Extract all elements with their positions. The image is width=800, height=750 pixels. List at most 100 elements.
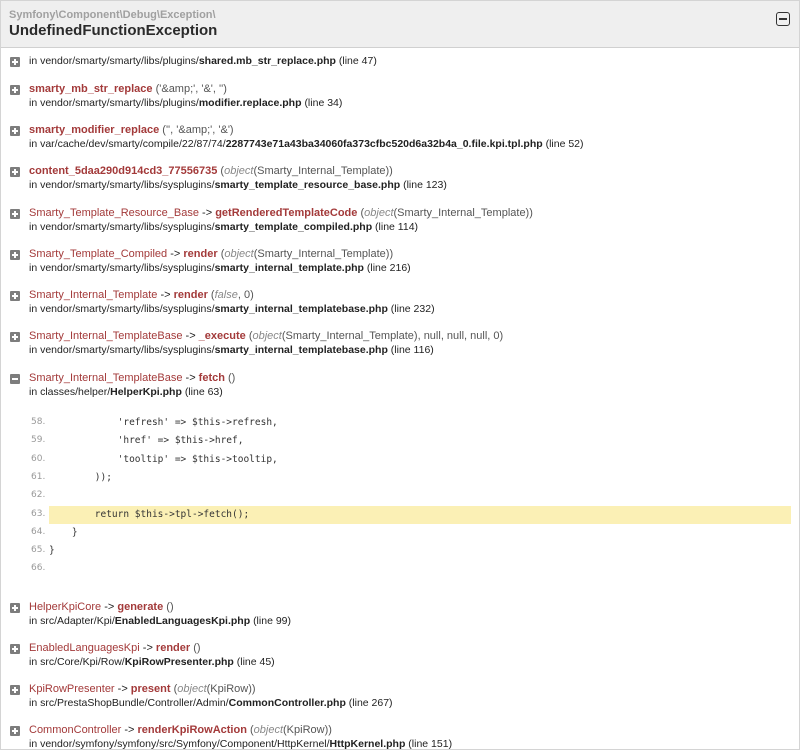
trace-args-rest: ('&amp;', '&', '') bbox=[155, 83, 227, 95]
exception-header: Symfony\Component\Debug\Exception\ Undef… bbox=[1, 1, 799, 48]
expand-trace-icon[interactable] bbox=[10, 685, 20, 695]
trace-args: (object(KpiRow)) bbox=[249, 724, 332, 736]
trace-args-rest: (KpiRow)) bbox=[206, 683, 256, 695]
trace-file: HttpKernel.php bbox=[329, 738, 406, 750]
trace-call[interactable]: HelperKpiCore -> generate () bbox=[29, 601, 174, 614]
code-line: 58. 'refresh' => $this->refresh, bbox=[29, 414, 791, 432]
trace-args-rest: () bbox=[228, 372, 236, 384]
trace-call[interactable]: Smarty_Internal_Template -> render (fals… bbox=[29, 289, 254, 302]
collapse-trace-icon[interactable] bbox=[10, 374, 20, 384]
trace-location: in vendor/smarty/smarty/libs/sysplugins/… bbox=[29, 221, 418, 234]
exception-panel: Symfony\Component\Debug\Exception\ Undef… bbox=[0, 0, 800, 750]
trace-line: (line 232) bbox=[390, 303, 435, 315]
trace-line: (line 47) bbox=[338, 55, 377, 67]
expand-trace-icon[interactable] bbox=[10, 57, 20, 67]
code-line-number: 66. bbox=[31, 563, 46, 574]
code-line: 61. )); bbox=[29, 469, 791, 487]
trace-class: Smarty_Template_Resource_Base bbox=[29, 207, 199, 219]
trace-location: in src/PrestaShopBundle/Controller/Admin… bbox=[29, 697, 393, 710]
trace-line: (line 52) bbox=[545, 138, 584, 150]
trace-location: in vendor/smarty/smarty/libs/sysplugins/… bbox=[29, 344, 434, 357]
trace-method: content_5daa290d914cd3_77556735 bbox=[29, 165, 218, 177]
trace-method: _execute bbox=[198, 330, 246, 342]
trace-file: EnabledLanguagesKpi.php bbox=[114, 615, 251, 627]
expand-trace-icon[interactable] bbox=[10, 726, 20, 736]
code-line: 60. 'tooltip' => $this->tooltip, bbox=[29, 451, 791, 469]
trace-args-rest: (Smarty_Internal_Template)) bbox=[393, 207, 533, 219]
trace-line: (line 63) bbox=[184, 386, 223, 398]
trace-line: (line 34) bbox=[304, 97, 343, 109]
trace-args: () bbox=[225, 372, 235, 384]
trace-file: 2287743e71a43ba34060fa373cfbc520d6a32b4a… bbox=[225, 138, 543, 150]
code-line-source: } bbox=[49, 526, 78, 538]
trace-args: () bbox=[163, 601, 173, 613]
trace-file: modifier.replace.php bbox=[198, 97, 302, 109]
expand-trace-icon[interactable] bbox=[10, 644, 20, 654]
trace-file: smarty_internal_templatebase.php bbox=[214, 344, 388, 356]
trace-location: in vendor/smarty/smarty/libs/plugins/sha… bbox=[29, 55, 377, 68]
trace-class: CommonController bbox=[29, 724, 122, 736]
code-line-source: return $this->tpl->fetch(); bbox=[49, 505, 791, 524]
collapse-all-icon[interactable] bbox=[776, 12, 790, 26]
trace-call[interactable]: Smarty_Template_Compiled -> render (obje… bbox=[29, 248, 393, 261]
expand-trace-icon[interactable] bbox=[10, 126, 20, 136]
trace-file: smarty_internal_template.php bbox=[214, 262, 364, 274]
trace-file: KpiRowPresenter.php bbox=[124, 656, 234, 668]
trace-method: smarty_modifier_replace bbox=[29, 124, 160, 136]
trace-file: smarty_template_compiled.php bbox=[214, 221, 373, 233]
trace-call[interactable]: CommonController -> renderKpiRowAction (… bbox=[29, 724, 332, 737]
trace-line: (line 151) bbox=[408, 738, 453, 750]
trace-class: EnabledLanguagesKpi bbox=[29, 642, 140, 654]
trace-path: in vendor/smarty/smarty/libs/sysplugins/ bbox=[29, 221, 215, 233]
expand-trace-icon[interactable] bbox=[10, 167, 20, 177]
trace-args-rest: () bbox=[193, 642, 201, 654]
trace-args: (object(Smarty_Internal_Template)) bbox=[220, 165, 393, 177]
trace-args: ('', '&amp;', '&') bbox=[159, 124, 233, 136]
code-line-number: 58. bbox=[31, 417, 46, 427]
trace-file: CommonController.php bbox=[228, 697, 346, 709]
code-line-number: 61. bbox=[31, 471, 46, 482]
trace-args-type: object bbox=[252, 330, 282, 342]
trace-class: HelperKpiCore bbox=[29, 601, 102, 613]
trace-method: generate bbox=[117, 601, 164, 613]
trace-args-type: object bbox=[253, 724, 284, 736]
trace-args-rest: (Smarty_Internal_Template)) bbox=[253, 248, 394, 260]
trace-call[interactable]: KpiRowPresenter -> present (object(KpiRo… bbox=[29, 683, 256, 696]
trace-call[interactable]: EnabledLanguagesKpi -> render () bbox=[29, 642, 201, 655]
trace-call[interactable]: Smarty_Template_Resource_Base -> getRend… bbox=[29, 207, 533, 220]
expand-trace-icon[interactable] bbox=[10, 85, 20, 95]
trace-path: in vendor/smarty/smarty/libs/sysplugins/ bbox=[29, 179, 215, 191]
trace-call[interactable]: Smarty_Internal_TemplateBase -> fetch () bbox=[29, 372, 235, 385]
trace-call[interactable]: smarty_mb_str_replace ('&amp;', '&', '') bbox=[29, 83, 227, 96]
trace-args-type: object bbox=[224, 165, 254, 177]
trace-arrow: -> bbox=[182, 372, 199, 384]
code-line-number: 62. bbox=[31, 490, 46, 501]
trace-args-type: object bbox=[224, 248, 254, 260]
trace-call[interactable]: content_5daa290d914cd3_77556735 (object(… bbox=[29, 165, 393, 178]
trace-line: (line 123) bbox=[403, 179, 447, 191]
trace-location: in vendor/smarty/smarty/libs/plugins/mod… bbox=[29, 97, 342, 110]
trace-line: (line 114) bbox=[375, 221, 419, 233]
trace-path: in classes/helper/ bbox=[29, 386, 111, 398]
trace-args-type: object bbox=[177, 683, 207, 695]
trace-call[interactable]: smarty_modifier_replace ('', '&amp;', '&… bbox=[29, 124, 234, 137]
expand-trace-icon[interactable] bbox=[10, 332, 20, 342]
code-line: 62. bbox=[29, 487, 791, 505]
trace-arrow: -> bbox=[121, 724, 138, 736]
expand-trace-icon[interactable] bbox=[10, 291, 20, 301]
trace-line: (line 45) bbox=[236, 656, 275, 668]
trace-line: (line 267) bbox=[348, 697, 393, 709]
trace-call[interactable]: Smarty_Internal_TemplateBase -> _execute… bbox=[29, 330, 503, 343]
expand-trace-icon[interactable] bbox=[10, 250, 20, 260]
code-line: 64. } bbox=[29, 524, 791, 542]
trace-args-rest: () bbox=[166, 601, 174, 613]
trace-path: in src/Core/Kpi/Row/ bbox=[29, 656, 125, 668]
code-line-number: 65. bbox=[31, 545, 46, 556]
trace-args-rest: ('', '&amp;', '&') bbox=[162, 124, 234, 136]
trace-arrow: -> bbox=[198, 207, 216, 219]
trace-args-rest: (Smarty_Internal_Template), null, null, … bbox=[281, 330, 504, 342]
expand-trace-icon[interactable] bbox=[10, 209, 20, 219]
trace-location: in vendor/smarty/smarty/libs/sysplugins/… bbox=[29, 262, 411, 275]
code-line-source bbox=[49, 560, 791, 578]
expand-trace-icon[interactable] bbox=[10, 603, 20, 613]
